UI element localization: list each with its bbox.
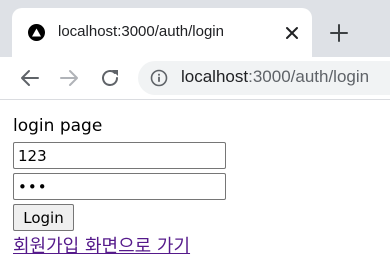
close-icon[interactable] <box>282 23 302 43</box>
password-input[interactable] <box>13 173 226 200</box>
page-content: login page Login 회원가입 화면으로 가기 <box>0 101 390 267</box>
reload-icon[interactable] <box>99 67 121 89</box>
tab-strip: localhost:3000/auth/login <box>0 0 390 57</box>
browser-tab[interactable]: localhost:3000/auth/login <box>12 8 312 57</box>
page-title: login page <box>13 116 103 136</box>
arrow-right-icon[interactable] <box>58 67 80 89</box>
address-bar[interactable]: localhost:3000/auth/login <box>138 61 390 95</box>
login-button[interactable]: Login <box>13 204 74 231</box>
url-path: :3000/auth/login <box>248 67 370 86</box>
url-host: localhost <box>181 67 249 86</box>
arrow-left-icon[interactable] <box>19 67 41 89</box>
browser-toolbar: localhost:3000/auth/login <box>0 57 390 100</box>
signup-link[interactable]: 회원가입 화면으로 가기 <box>13 232 190 258</box>
plus-icon[interactable] <box>328 22 350 44</box>
tab-title: localhost:3000/auth/login <box>58 23 224 40</box>
info-icon[interactable] <box>150 69 168 87</box>
triangle-logo-icon <box>28 24 45 41</box>
url-text: localhost:3000/auth/login <box>181 67 369 87</box>
id-input[interactable] <box>13 142 226 169</box>
